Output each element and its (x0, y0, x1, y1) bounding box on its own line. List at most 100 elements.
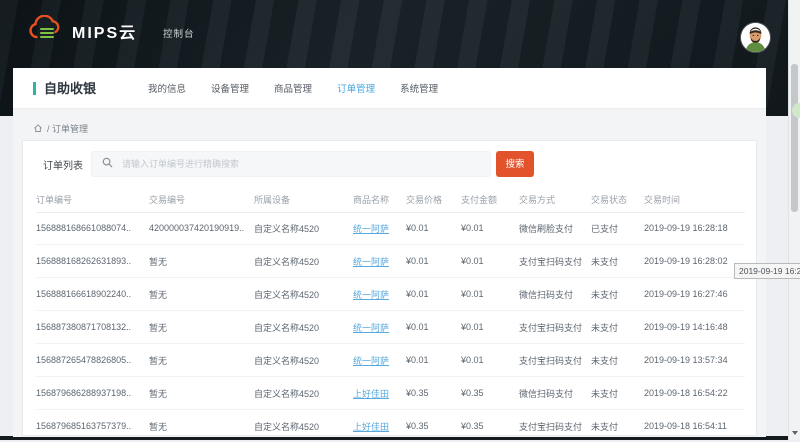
cell-price: ¥0.01 (406, 355, 461, 365)
table-row: 156887265478826805.. 暂无 自定义名称4520 统一阿萨 ¥… (36, 344, 745, 377)
cell-device: 自定义名称4520 (254, 387, 353, 400)
scrollbar-thumb[interactable] (791, 64, 798, 212)
cell-order-no: 156887265478826805.. (36, 355, 149, 365)
search-input[interactable] (120, 158, 454, 170)
nav-tab[interactable]: 系统管理 (400, 77, 438, 99)
cell-time: 2019-09-19 16:27:46 (644, 289, 745, 299)
cell-txn-no: 420000037420190919.. (149, 223, 254, 233)
cell-order-no: 156888168661088074.. (36, 223, 149, 233)
cell-order-no: 156879686288937198.. (36, 388, 149, 398)
cell-product-link[interactable]: 统一阿萨 (353, 356, 389, 366)
table-row: 156879685163757379.. 暂无 自定义名称4520 上好佳田 ¥… (36, 410, 745, 442)
cell-txn-no: 暂无 (149, 420, 254, 433)
nav-tab[interactable]: 商品管理 (274, 77, 312, 99)
cell-amount: ¥0.01 (461, 322, 519, 332)
cell-amount: ¥0.01 (461, 289, 519, 299)
cell-method: 支付宝扫码支付 (519, 420, 591, 433)
cell-device: 自定义名称4520 (254, 288, 353, 301)
table-row: 156887380871708132.. 暂无 自定义名称4520 统一阿萨 ¥… (36, 311, 745, 344)
scrollbar-down-arrow-icon[interactable] (792, 431, 798, 435)
nav-tab[interactable]: 订单管理 (337, 77, 375, 99)
cell-method: 微信刷脸支付 (519, 222, 591, 235)
home-icon[interactable] (33, 123, 43, 135)
cell-time: 2019-09-19 16:28:02 (644, 256, 745, 266)
nav-tabs: 我的信息 设备管理 商品管理 订单管理 系统管理 (148, 77, 438, 99)
cell-method: 微信扫码支付 (519, 288, 591, 301)
cell-device: 自定义名称4520 (254, 420, 353, 433)
table-row: 156888168661088074.. 420000037420190919.… (36, 212, 745, 245)
cell-txn-no: 暂无 (149, 387, 254, 400)
cell-order-no: 156879685163757379.. (36, 421, 149, 431)
brand-title: MIPS云 (72, 19, 137, 43)
cell-device: 自定义名称4520 (254, 321, 353, 334)
column-header: 交易价格 (406, 193, 461, 206)
cell-product-link[interactable]: 上好佳田 (353, 422, 389, 432)
column-header: 所属设备 (254, 193, 353, 206)
table-header-row: 订单编号交易编号所属设备商品名称交易价格支付金额交易方式交易状态交易时间 (36, 186, 745, 213)
order-list-card: 订单列表 搜索 订单编号交易编号所属设备商品名称交易价格支付金额交易方式交易状态… (22, 140, 757, 436)
nav-tab[interactable]: 设备管理 (211, 77, 249, 99)
cell-product-link[interactable]: 统一阿萨 (353, 290, 389, 300)
cell-method: 支付宝扫码支付 (519, 354, 591, 367)
cell-status: 未支付 (591, 354, 644, 367)
cell-amount: ¥0.01 (461, 355, 519, 365)
cell-status: 未支付 (591, 288, 644, 301)
cell-product-link[interactable]: 统一阿萨 (353, 257, 389, 267)
column-header: 交易编号 (149, 193, 254, 206)
table-row: 156879686288937198.. 暂无 自定义名称4520 上好佳田 ¥… (36, 377, 745, 410)
cell-amount: ¥0.01 (461, 223, 519, 233)
cell-product-link[interactable]: 上好佳田 (353, 389, 389, 399)
cell-time: 2019-09-19 13:57:34 (644, 355, 745, 365)
secondary-navbar: 自助收银 我的信息 设备管理 商品管理 订单管理 系统管理 (13, 68, 766, 109)
cell-product-link[interactable]: 统一阿萨 (353, 224, 389, 234)
search-icon (92, 155, 113, 173)
cell-amount: ¥0.35 (461, 388, 519, 398)
user-avatar[interactable] (741, 23, 770, 52)
cell-time: 2019-09-19 16:28:18 (644, 223, 745, 233)
cell-amount: ¥0.01 (461, 256, 519, 266)
cell-time: 2019-09-18 16:54:11 (644, 421, 745, 431)
cell-status: 未支付 (591, 255, 644, 268)
column-header: 交易方式 (519, 193, 591, 206)
nav-tab[interactable]: 我的信息 (148, 77, 186, 99)
cell-device: 自定义名称4520 (254, 222, 353, 235)
search-button[interactable]: 搜索 (496, 151, 534, 177)
cell-order-no: 156887380871708132.. (36, 322, 149, 332)
cell-status: 未支付 (591, 387, 644, 400)
cell-method: 支付宝扫码支付 (519, 255, 591, 268)
cell-price: ¥0.35 (406, 421, 461, 431)
column-header: 订单编号 (36, 193, 149, 206)
breadcrumb[interactable]: / 订单管理 (33, 122, 88, 135)
cell-device: 自定义名称4520 (254, 354, 353, 367)
vertical-scrollbar[interactable] (788, 0, 800, 440)
cell-order-no: 156888168262631893.. (36, 256, 149, 266)
cell-status: 未支付 (591, 321, 644, 334)
console-label[interactable]: 控制台 (163, 26, 195, 40)
cell-txn-no: 暂无 (149, 354, 254, 367)
main-panel: 自助收银 我的信息 设备管理 商品管理 订单管理 系统管理 / 订单管理 订单列… (13, 68, 766, 437)
floating-widget-dot[interactable] (792, 103, 800, 118)
cell-time: 2019-09-19 14:16:48 (644, 322, 745, 332)
cell-price: ¥0.01 (406, 223, 461, 233)
cell-txn-no: 暂无 (149, 255, 254, 268)
order-list-title: 订单列表 (43, 157, 91, 172)
time-tooltip: 2019-09-19 16:28:02 (734, 263, 800, 279)
cell-txn-no: 暂无 (149, 288, 254, 301)
cloud-logo-icon (28, 15, 64, 46)
column-header: 交易状态 (591, 193, 644, 206)
cell-device: 自定义名称4520 (254, 255, 353, 268)
cell-product-link[interactable]: 统一阿萨 (353, 323, 389, 333)
toolbar: 订单列表 搜索 (23, 151, 756, 177)
search-box[interactable] (91, 151, 491, 177)
cell-amount: ¥0.35 (461, 421, 519, 431)
cell-time: 2019-09-18 16:54:22 (644, 388, 745, 398)
cell-price: ¥0.01 (406, 256, 461, 266)
section-title: 自助收银 (33, 82, 96, 95)
column-header: 支付金额 (461, 193, 519, 206)
table-row: 156888166618902240.. 暂无 自定义名称4520 统一阿萨 ¥… (36, 278, 745, 311)
brand-logo[interactable]: MIPS云 (28, 15, 137, 46)
cell-method: 微信扫码支付 (519, 387, 591, 400)
cell-method: 支付宝扫码支付 (519, 321, 591, 334)
column-header: 商品名称 (353, 193, 406, 206)
column-header: 交易时间 (644, 193, 745, 206)
